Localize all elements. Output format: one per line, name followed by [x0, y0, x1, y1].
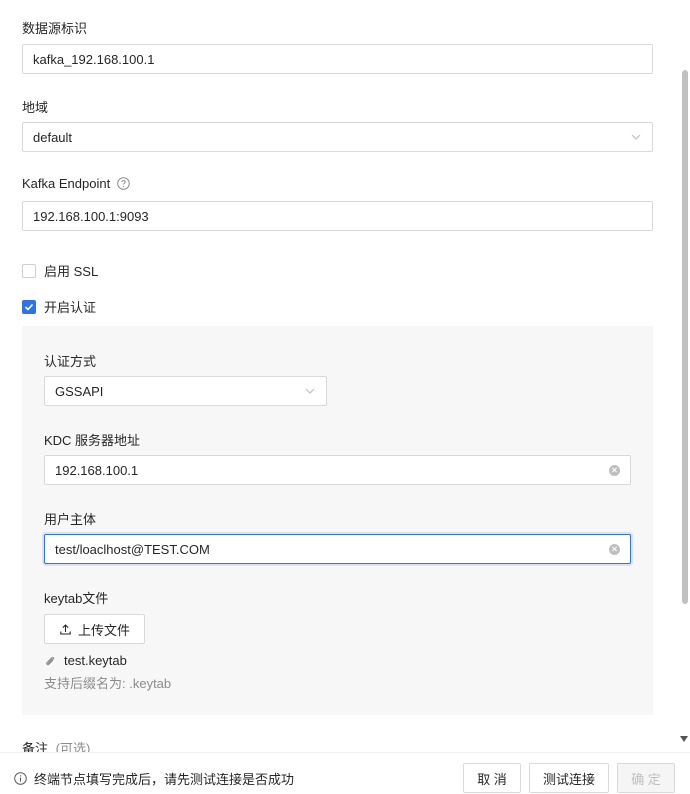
principal-label: 用户主体	[44, 512, 97, 527]
auth-method-select[interactable]: GSSAPI	[44, 376, 327, 406]
upload-file-label: 上传文件	[77, 622, 130, 638]
clear-icon[interactable]	[609, 464, 620, 476]
uploaded-file-item[interactable]: test.keytab	[44, 653, 127, 668]
auth-method-label: 认证方式	[44, 354, 97, 369]
kdc-label: KDC 服务器地址	[44, 433, 141, 448]
footer-tip: 终端节点填写完成后，请先测试连接是否成功	[14, 769, 294, 788]
footer-tip-text: 终端节点填写完成后，请先测试连接是否成功	[34, 772, 295, 787]
source-id-label: 数据源标识	[22, 21, 88, 36]
kdc-value: 192.168.100.1	[55, 462, 139, 478]
auth-checkbox[interactable]	[22, 299, 36, 314]
footer-bar: 终端节点填写完成后，请先测试连接是否成功 取 消 测试连接 确 定	[0, 752, 690, 794]
test-connection-button[interactable]: 测试连接	[529, 763, 609, 793]
remark-optional: (可选)	[55, 741, 91, 752]
source-id-input[interactable]: kafka_192.168.100.1	[22, 44, 653, 74]
form-scroll-area[interactable]: 数据源标识 kafka_192.168.100.1 地域 default Kaf…	[0, 0, 690, 752]
uploaded-file-name: test.keytab	[64, 653, 127, 668]
help-circle-icon[interactable]	[117, 177, 130, 190]
checkmark-icon	[24, 303, 34, 311]
region-value: default	[33, 129, 73, 145]
upload-file-button[interactable]: 上传文件	[44, 614, 145, 644]
remark-label-text: 备注	[22, 741, 49, 752]
ssl-label: 启用 SSL	[44, 264, 99, 279]
ssl-checkbox[interactable]	[22, 263, 36, 278]
chevron-down-icon	[630, 131, 642, 143]
principal-input[interactable]: test/loaclhost@TEST.COM	[44, 534, 631, 564]
scrollbar-thumb[interactable]	[682, 70, 688, 604]
upload-icon	[60, 623, 71, 635]
principal-value: test/loaclhost@TEST.COM	[55, 541, 210, 557]
keytab-label: keytab文件	[44, 591, 109, 606]
keytab-hint: 支持后缀名为: .keytab	[44, 676, 172, 691]
endpoint-value: 192.168.100.1:9093	[33, 208, 149, 224]
clear-icon[interactable]	[609, 543, 620, 555]
scrollbar[interactable]	[680, 0, 690, 752]
auth-method-value: GSSAPI	[55, 383, 104, 399]
paperclip-icon	[46, 656, 55, 665]
info-circle-icon	[14, 772, 27, 785]
auth-settings-panel: 认证方式 GSSAPI KDC 服务器地址 192.168.100.1 用户主体…	[22, 326, 653, 715]
chevron-down-icon	[304, 385, 316, 397]
endpoint-label-text: Kafka Endpoint	[22, 176, 111, 191]
region-select[interactable]: default	[22, 122, 653, 152]
source-id-value: kafka_192.168.100.1	[33, 51, 155, 67]
region-label: 地域	[22, 100, 49, 115]
remark-label: 备注 (可选)	[22, 738, 90, 752]
endpoint-input[interactable]: 192.168.100.1:9093	[22, 201, 653, 231]
kdc-input[interactable]: 192.168.100.1	[44, 455, 631, 485]
ssl-checkbox-row[interactable]: 启用 SSL	[22, 261, 98, 280]
auth-label: 开启认证	[44, 300, 97, 315]
endpoint-label: Kafka Endpoint	[22, 176, 130, 191]
auth-checkbox-row[interactable]: 开启认证	[22, 297, 96, 316]
confirm-button[interactable]: 确 定	[617, 763, 675, 793]
cancel-button[interactable]: 取 消	[463, 763, 521, 793]
scroll-down-arrow-icon[interactable]	[680, 736, 688, 742]
